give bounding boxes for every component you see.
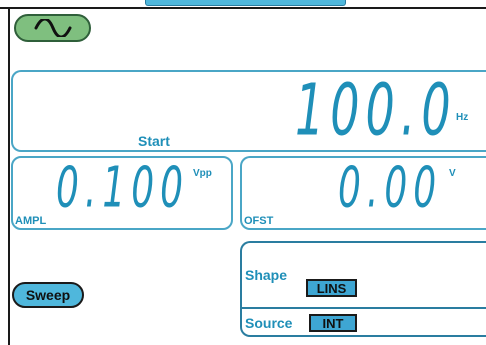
shape-value-badge[interactable]: LINS (306, 279, 357, 297)
waveform-button[interactable] (14, 14, 91, 42)
offset-label: OFST (244, 215, 274, 227)
offset-value: 0.00 (338, 157, 443, 221)
amplitude-unit: Vpp (193, 168, 212, 179)
sine-wave-icon (34, 19, 71, 37)
frequency-unit: Hz (456, 112, 469, 123)
frequency-value: 100.0 (295, 68, 457, 152)
offset-unit: V (449, 168, 456, 179)
amplitude-label: AMPL (15, 215, 47, 227)
top-border (0, 7, 486, 9)
source-value-badge[interactable]: INT (309, 314, 357, 332)
frequency-label: Start (138, 133, 170, 149)
source-label: Source (245, 315, 293, 331)
shape-label: Shape (245, 267, 288, 283)
sweep-button[interactable]: Sweep (12, 282, 84, 308)
menu-divider (240, 307, 486, 309)
amplitude-value: 0.100 (56, 157, 190, 221)
top-tab (145, 0, 346, 6)
left-border (8, 9, 10, 345)
